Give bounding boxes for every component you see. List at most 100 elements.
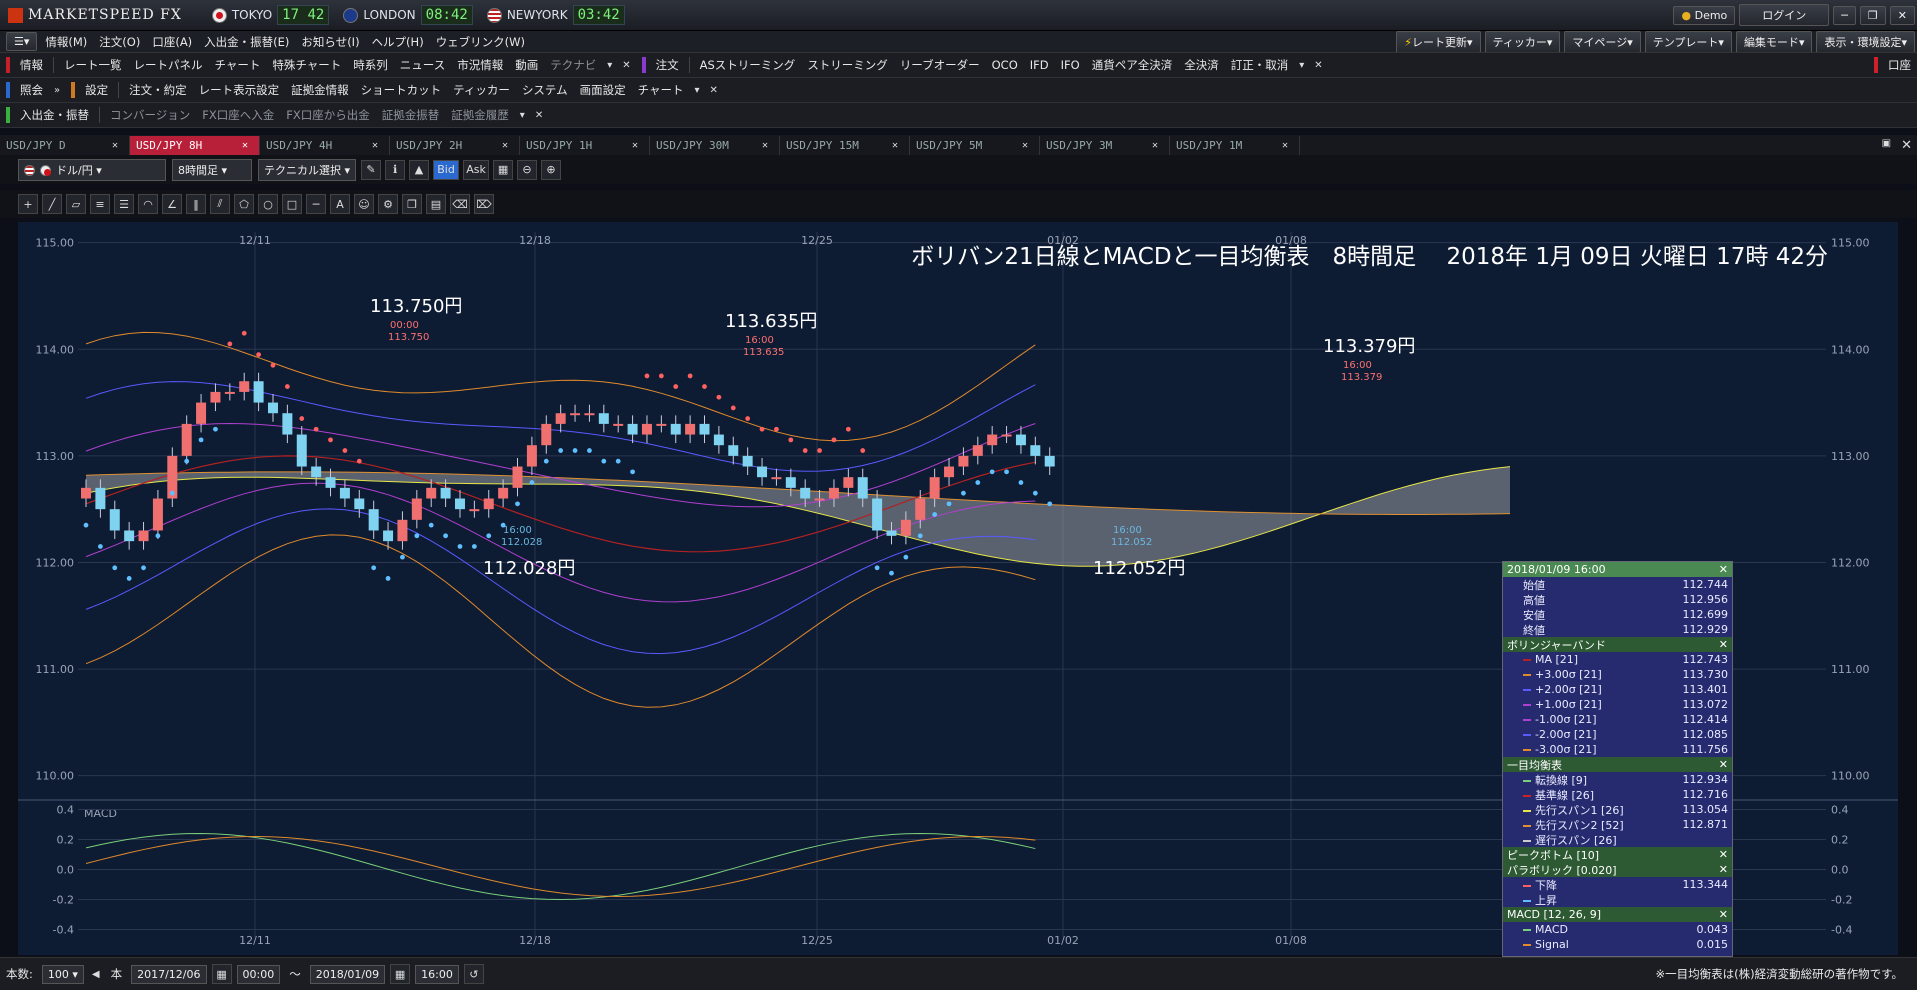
close-icon[interactable]: ✕: [705, 85, 723, 96]
menu-deposit[interactable]: 入出金・振替(E): [198, 34, 295, 50]
close-icon[interactable]: ✕: [1309, 60, 1327, 71]
play-icon[interactable]: ◀: [87, 969, 105, 980]
tb-rate-display[interactable]: レート表示設定: [193, 82, 286, 98]
menu-weblink[interactable]: ウェブリンク(W): [430, 34, 531, 50]
bid-button[interactable]: Bid: [433, 159, 460, 180]
parallel-lines-icon[interactable]: ≡: [90, 194, 110, 214]
close-icon[interactable]: ✕: [617, 60, 635, 71]
template-button[interactable]: テンプレート▾: [1644, 31, 1732, 52]
crosshair-icon[interactable]: +: [18, 194, 38, 214]
tb-ticker[interactable]: ティッカー: [447, 82, 516, 98]
rectangle-icon[interactable]: □: [282, 194, 302, 214]
menu-info[interactable]: 情報(M): [39, 34, 93, 50]
tb-timeseries[interactable]: 時系列: [347, 57, 394, 73]
ruler-icon[interactable]: ▱: [66, 194, 86, 214]
tb-order-fill[interactable]: 注文・約定: [123, 82, 193, 98]
info-icon[interactable]: ℹ: [385, 159, 406, 180]
tb-deposit-fx[interactable]: FX口座へ入金: [196, 107, 280, 123]
menu-account[interactable]: 口座(A): [146, 34, 198, 50]
login-button[interactable]: ログイン: [1739, 4, 1830, 26]
currency-pair-select[interactable]: ドル/円 ▾: [18, 158, 166, 181]
vertical-lines-icon[interactable]: ‖: [186, 194, 206, 214]
tb-market-info[interactable]: 市況情報: [451, 57, 509, 73]
tab-usdjpy-30m[interactable]: USD/JPY 30M ✕: [650, 135, 780, 155]
menu-order[interactable]: 注文(O): [93, 34, 146, 50]
horizontal-lines-icon[interactable]: ☰: [114, 194, 134, 214]
tab-usdjpy-5m[interactable]: USD/JPY 5M ✕: [910, 135, 1040, 155]
smiley-icon[interactable]: ☺: [354, 194, 374, 214]
tb-account[interactable]: 口座: [1882, 57, 1917, 73]
chart-type-icon[interactable]: ▦: [493, 159, 514, 180]
tab-usdjpy-2h[interactable]: USD/JPY 2H ✕: [390, 135, 520, 155]
close-icon[interactable]: ✕: [530, 110, 548, 121]
close-icon[interactable]: ✕: [1719, 908, 1728, 921]
minimize-icon[interactable]: ─: [1833, 5, 1856, 25]
pen-icon[interactable]: ✎: [361, 159, 382, 180]
tab-usdjpy-4h[interactable]: USD/JPY 4H ✕: [260, 135, 390, 155]
tab-usdjpy-1m[interactable]: USD/JPY 1M ✕: [1170, 135, 1300, 155]
from-time-field[interactable]: 00:00: [236, 964, 281, 984]
tb-rate-list[interactable]: レート一覧: [58, 57, 128, 73]
close-icon[interactable]: ✕: [1719, 563, 1728, 576]
paste-icon[interactable]: ▤: [426, 194, 446, 214]
settings-icon[interactable]: ⚙: [378, 194, 398, 214]
tb-as-streaming[interactable]: ASストリーミング: [694, 57, 802, 73]
tb-streaming[interactable]: ストリーミング: [801, 57, 894, 73]
close-icon[interactable]: ✕: [1889, 5, 1915, 25]
tb-oco[interactable]: OCO: [986, 58, 1024, 72]
tb-special-chart[interactable]: 特殊チャート: [266, 57, 347, 73]
tab-usdjpy-1h[interactable]: USD/JPY 1H ✕: [520, 135, 650, 155]
tb-news[interactable]: ニュース: [394, 57, 451, 73]
hline-icon[interactable]: ─: [306, 194, 326, 214]
period-select[interactable]: 8時間足 ▾: [172, 158, 252, 181]
edit-mode-button[interactable]: 編集モード▾: [1735, 31, 1813, 52]
tb-all-close[interactable]: 全決済: [1178, 57, 1225, 73]
tb-ifd[interactable]: IFD: [1024, 58, 1055, 72]
tb-rate-panel[interactable]: レートパネル: [128, 57, 209, 73]
tb-margin-history[interactable]: 証拠金履歴: [445, 107, 515, 123]
tb-chart[interactable]: チャート: [209, 57, 267, 73]
tb-system[interactable]: システム: [516, 82, 574, 98]
tab-usdjpy-3m[interactable]: USD/JPY 3M ✕: [1040, 135, 1170, 155]
circle-icon[interactable]: ○: [258, 194, 278, 214]
from-date-field[interactable]: 2017/12/06: [131, 964, 207, 984]
count-select[interactable]: 100 ▾: [41, 964, 84, 984]
tb-shortcut[interactable]: ショートカット: [355, 82, 448, 98]
mountain-icon[interactable]: ▲: [409, 159, 430, 180]
tb-pair-close[interactable]: 通貨ペア全決済: [1086, 57, 1179, 73]
display-settings-button[interactable]: 表示・環境設定▾: [1816, 31, 1915, 52]
tab-usdjpy-8h[interactable]: USD/JPY 8H ✕: [130, 135, 260, 155]
text-icon[interactable]: A: [330, 194, 350, 214]
close-icon[interactable]: ✕: [1719, 758, 1728, 771]
maximize-icon[interactable]: ▣: [1877, 138, 1896, 153]
tb-margin-transfer[interactable]: 証拠金振替: [376, 107, 446, 123]
trendline-icon[interactable]: ╱: [42, 194, 62, 214]
close-icon[interactable]: ✕: [1719, 848, 1728, 861]
dropdown-icon[interactable]: ▾: [1294, 60, 1309, 71]
tb-chart-settings[interactable]: チャート: [632, 82, 690, 98]
zoom-out-icon[interactable]: ⊖: [517, 159, 538, 180]
eraser-icon[interactable]: ⌫: [450, 194, 470, 214]
tb-withdraw-fx[interactable]: FX口座から出金: [280, 107, 376, 123]
arc-icon[interactable]: ◠: [138, 194, 158, 214]
pitchfork-icon[interactable]: ⫽: [210, 194, 230, 214]
to-date-field[interactable]: 2018/01/09: [309, 964, 386, 984]
tb-screen-settings[interactable]: 画面設定: [574, 82, 632, 98]
mypage-button[interactable]: マイページ▾: [1564, 31, 1641, 52]
dropdown-icon[interactable]: ▾: [689, 85, 704, 96]
tb-ifo[interactable]: IFO: [1055, 58, 1086, 72]
menu-notice[interactable]: お知らせ(I): [295, 34, 365, 50]
technical-select[interactable]: テクニカル選択 ▾: [258, 158, 357, 181]
fan-icon[interactable]: ∠: [162, 194, 182, 214]
restore-icon[interactable]: ❐: [1859, 5, 1886, 25]
ask-button[interactable]: Ask: [463, 159, 490, 180]
ticker-button[interactable]: ティッカー▾: [1484, 31, 1561, 52]
pentagon-icon[interactable]: ⬠: [234, 194, 254, 214]
calendar-icon[interactable]: ▦: [390, 964, 411, 984]
close-icon[interactable]: ✕: [1719, 863, 1728, 876]
menu-list-icon[interactable]: ☰▾: [6, 32, 38, 51]
eraser-all-icon[interactable]: ⌦: [474, 194, 494, 214]
close-icon[interactable]: ✕: [1719, 638, 1728, 651]
tab-usdjpy-d[interactable]: USD/JPY D ✕: [0, 135, 130, 155]
copy-icon[interactable]: ❐: [402, 194, 422, 214]
